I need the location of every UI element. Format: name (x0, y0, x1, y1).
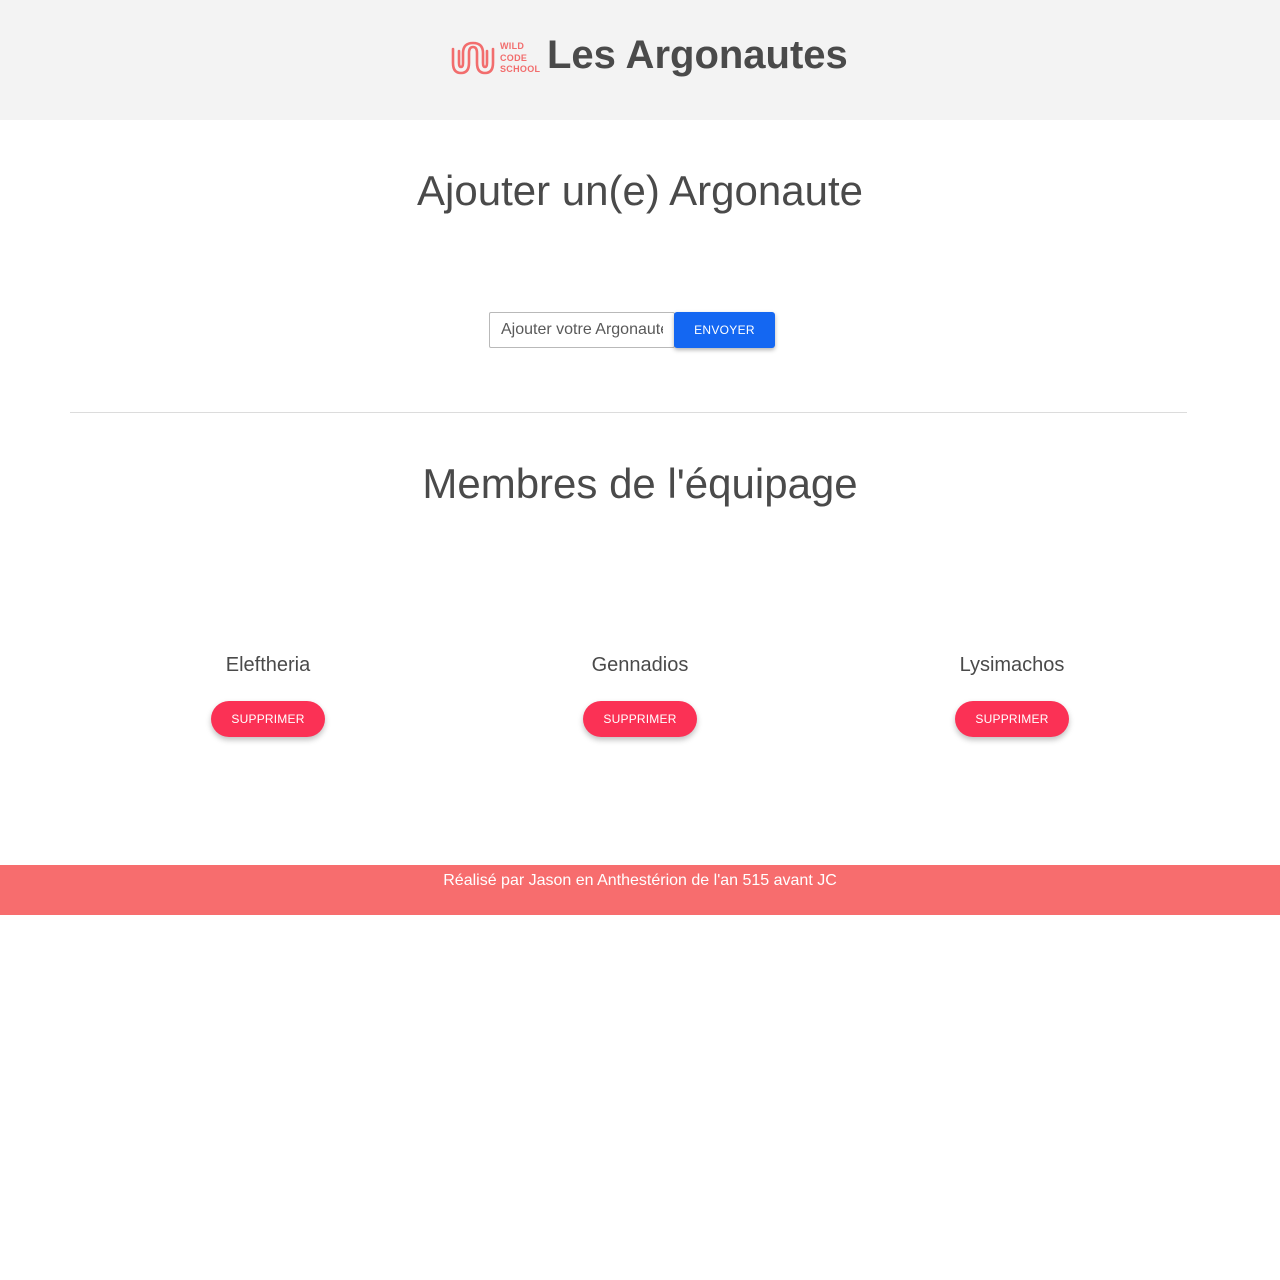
site-footer: Réalisé par Jason en Anthestérion de l'a… (0, 865, 1280, 915)
crew-member-card: Gennadios SUPPRIMER (490, 652, 790, 742)
site-title: Les Argonautes (547, 33, 848, 77)
logo-line: WILD (500, 41, 525, 51)
section-divider (70, 412, 1187, 413)
wild-code-school-logo[interactable]: WILD CODE SCHOOL (450, 41, 548, 77)
footer-credit: Réalisé par Jason en Anthestérion de l'a… (443, 872, 837, 889)
delete-member-button[interactable]: SUPPRIMER (211, 701, 325, 737)
argonaut-name-input[interactable] (489, 312, 675, 348)
crew-member-name: Eleftheria (225, 654, 311, 676)
crew-member-name: Gennadios (591, 654, 689, 676)
logo-wordmark: WILD CODE SCHOOL (500, 41, 540, 76)
crew-members-heading: Membres de l'équipage (422, 460, 858, 507)
crew-member-name: Lysimachos (959, 654, 1065, 676)
wild-code-school-logo-icon (451, 41, 495, 75)
logo-line: SCHOOL (500, 64, 541, 74)
crew-member-card: Eleftheria SUPPRIMER (118, 652, 418, 742)
site-header: WILD CODE SCHOOL Les Argonautes (0, 0, 1280, 120)
send-button[interactable]: ENVOYER (674, 312, 775, 348)
crew-member-card: Lysimachos SUPPRIMER (862, 652, 1162, 742)
delete-member-button[interactable]: SUPPRIMER (955, 701, 1069, 737)
add-argonaut-form: ENVOYER (489, 312, 775, 348)
logo-line: CODE (500, 52, 528, 63)
delete-member-button[interactable]: SUPPRIMER (583, 701, 697, 737)
add-argonaut-heading: Ajouter un(e) Argonaute (417, 167, 863, 214)
